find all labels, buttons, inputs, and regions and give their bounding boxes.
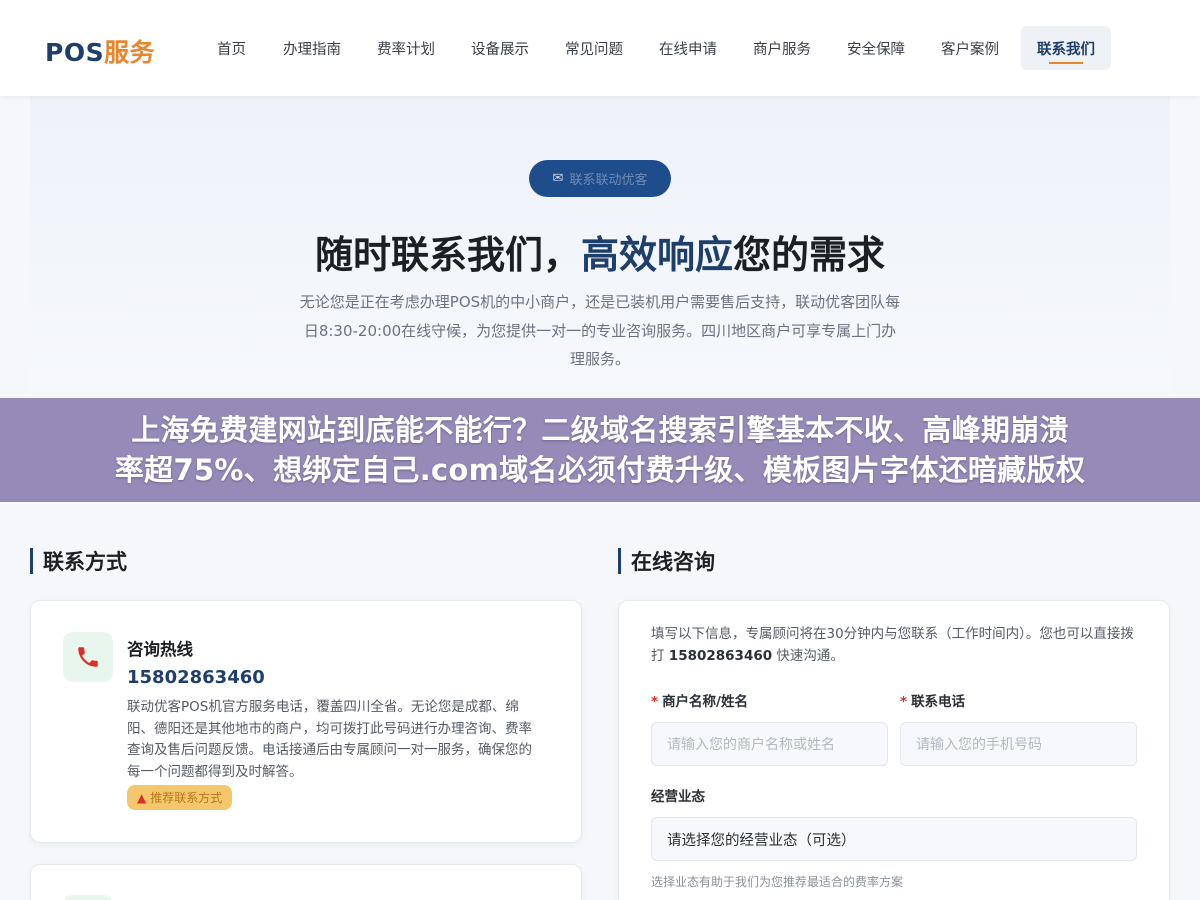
hotline-icon-box [63, 632, 113, 682]
logo-pos-text: POS [45, 38, 105, 67]
mailbox-icon: ✉ [552, 171, 564, 186]
merchant-name-input[interactable]: 请输入您的商户名称或姓名 [651, 722, 888, 766]
nav-item-cases[interactable]: 客户案例 [923, 26, 1017, 70]
name-label: * 商户名称/姓名 [651, 690, 748, 710]
form-intro-number[interactable]: 15802863460 [669, 648, 772, 664]
page-title: 随时联系我们，高效响应您的需求 [30, 224, 1170, 279]
phone-input[interactable]: 请输入您的手机号码 [900, 722, 1137, 766]
fire-icon: ▲ [137, 790, 147, 805]
hotline-card: 咨询热线 15802863460 联动优客POS机官方服务电话，覆盖四川全省。无… [30, 600, 582, 843]
site-logo[interactable]: POS服务 [45, 33, 155, 69]
hero-badge: ✉ 联系联动优客 [529, 160, 671, 197]
nav-item-apply[interactable]: 在线申请 [641, 26, 735, 70]
hotline-number[interactable]: 15802863460 [127, 667, 265, 688]
main-nav: 首页 办理指南 费率计划 设备展示 常见问题 在线申请 商户服务 安全保障 客户… [198, 26, 1111, 70]
consult-section-title: 在线咨询 [618, 548, 715, 574]
nav-item-home[interactable]: 首页 [198, 26, 265, 70]
nav-item-devices[interactable]: 设备展示 [453, 26, 547, 70]
hero-section: ✉ 联系联动优客 随时联系我们，高效响应您的需求 无论您是正在考虑办理POS机的… [30, 96, 1170, 426]
business-type-hint: 选择业态有助于我们为您推荐最适合的费率方案 [651, 875, 904, 889]
consult-form-card: 填写以下信息，专属顾问将在30分钟内与您联系（工作时间内）。您也可以直接拨打 1… [618, 600, 1170, 900]
nav-item-contact[interactable]: 联系我们 [1021, 26, 1111, 70]
phone-label-text: 联系电话 [911, 694, 966, 710]
phone-icon [78, 647, 98, 667]
contact-card-2-icon-box [63, 895, 113, 900]
business-type-select[interactable]: 请选择您的经营业态（可选） [651, 817, 1137, 861]
logo-service-text: 服务 [104, 38, 156, 67]
required-mark: * [900, 694, 908, 710]
overlay-line-1: 上海免费建网站到底能不能行？二级域名搜索引擎基本不收、高峰期崩溃 [131, 413, 1069, 447]
overlay-line-2: 率超75%、想绑定自己.com域名必须付费升级、模板图片字体还暗藏版权 [114, 453, 1086, 487]
name-label-text: 商户名称/姓名 [662, 694, 748, 710]
nav-item-faq[interactable]: 常见问题 [547, 26, 641, 70]
form-intro: 填写以下信息，专属顾问将在30分钟内与您联系（工作时间内）。您也可以直接拨打 1… [651, 623, 1145, 667]
recommended-badge: ▲ 推荐联系方式 [127, 785, 233, 810]
title-part1: 随时联系我们， [314, 233, 581, 277]
contact-card-2 [30, 864, 582, 900]
form-intro-text-2: 快速沟通。 [772, 648, 844, 664]
business-type-label: 经营业态 [651, 789, 705, 805]
nav-item-security[interactable]: 安全保障 [829, 26, 923, 70]
overlay-banner: 上海免费建网站到底能不能行？二级域名搜索引擎基本不收、高峰期崩溃 率超75%、想… [0, 398, 1200, 502]
title-highlight: 高效响应 [580, 233, 733, 277]
nav-item-rates[interactable]: 费率计划 [359, 26, 453, 70]
hotline-title: 咨询热线 [127, 640, 193, 659]
hotline-description: 联动优客POS机官方服务电话，覆盖四川全省。无论您是成都、绵阳、德阳还是其他地市… [127, 699, 532, 780]
recommended-badge-label: 推荐联系方式 [150, 791, 223, 805]
required-mark: * [651, 694, 659, 710]
nav-item-guide[interactable]: 办理指南 [265, 26, 359, 70]
contact-section-title: 联系方式 [30, 548, 127, 574]
hero-description: 无论您是正在考虑办理POS机的中小商户，还是已装机用户需要售后支持，联动优客团队… [299, 293, 901, 368]
phone-label: * 联系电话 [900, 690, 965, 710]
title-part2: 您的需求 [733, 233, 886, 277]
hero-badge-label: 联系联动优客 [569, 173, 648, 188]
nav-item-merchant-service[interactable]: 商户服务 [735, 26, 829, 70]
site-header: POS服务 首页 办理指南 费率计划 设备展示 常见问题 在线申请 商户服务 安… [0, 0, 1200, 96]
